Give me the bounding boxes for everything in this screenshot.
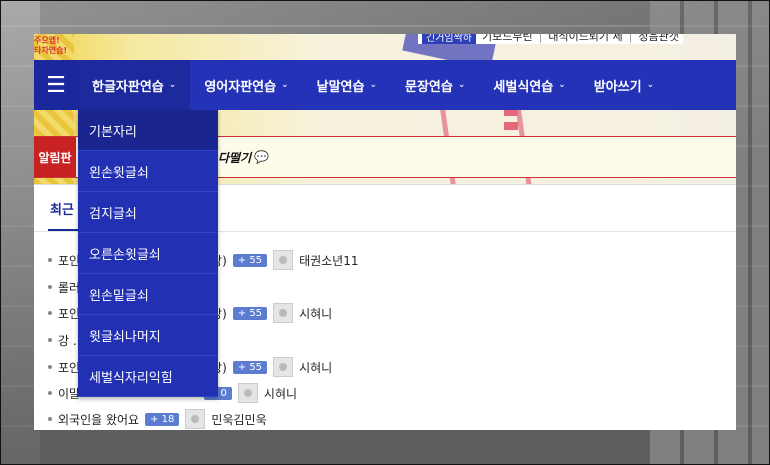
top-links: 긴거임싹하 기보드부린 | 대식이드퇴기 세 | 정음관갯 bbox=[418, 34, 683, 44]
speech-bubble-icon: 💬 bbox=[254, 150, 270, 164]
avatar bbox=[185, 409, 206, 429]
hero-corner-line-2: 타자연습! bbox=[34, 46, 68, 55]
top-link-4[interactable]: 정음관갯 bbox=[638, 34, 678, 44]
list-item[interactable]: 외국인을 왔어요 + 18 민욱김민욱 bbox=[48, 408, 267, 430]
avatar bbox=[273, 250, 294, 270]
dropdown-item-left-lower[interactable]: 왼손밑글쇠 bbox=[78, 274, 218, 315]
dropdown-item-sebeolsik[interactable]: 세벌식자리익힘 bbox=[78, 356, 218, 397]
comment-count-badge: + 55 bbox=[232, 306, 268, 320]
menu-icon[interactable]: ☰ bbox=[34, 60, 78, 110]
notice-text-label: 다떨기 bbox=[218, 150, 252, 165]
nav-item-dictation[interactable]: 받아쓰기 ⌄ bbox=[580, 60, 668, 110]
nav-item-korean-keyboard[interactable]: 한글자판연습 ⌄ bbox=[78, 60, 191, 110]
post-title: 포인 bbox=[58, 360, 81, 375]
comment-count-badge: + 55 bbox=[232, 360, 268, 374]
bullet-icon bbox=[48, 338, 52, 342]
top-link-separator: | bbox=[538, 34, 543, 43]
dropdown-item-left-upper[interactable]: 왼손윗글쇠 bbox=[78, 151, 218, 192]
nav-item-label: 세벌식연습 bbox=[493, 79, 554, 95]
nav-item-label: 한글자판연습 bbox=[92, 79, 164, 95]
avatar bbox=[273, 303, 294, 323]
comment-count-badge: + 18 bbox=[145, 412, 180, 426]
bullet-icon bbox=[48, 417, 52, 421]
post-title: 이말 bbox=[58, 386, 81, 401]
list-item[interactable]: 포인 배방) + 55 태권소년11 bbox=[48, 249, 359, 271]
post-author: 시혀니 bbox=[263, 386, 298, 401]
list-item[interactable]: 강 . bbox=[48, 329, 77, 351]
post-meta: 배방) + 55 시혀니 bbox=[200, 302, 332, 324]
comment-count-badge: + 55 bbox=[232, 253, 268, 267]
nav-item-english-keyboard[interactable]: 영어자판연습 ⌄ bbox=[190, 60, 302, 110]
panel-title[interactable]: 최근 bbox=[50, 199, 74, 218]
bullet-icon bbox=[48, 311, 52, 315]
dropdown-item-right-upper[interactable]: 오른손윗글쇠 bbox=[78, 233, 218, 274]
list-item[interactable]: 포인 배방) + 55 시혀니 bbox=[48, 356, 332, 378]
notice-text[interactable]: 다떨기 💬 bbox=[218, 137, 269, 177]
avatar bbox=[237, 383, 258, 403]
post-author: 시혀니 bbox=[299, 360, 333, 375]
post-title: 포인 bbox=[58, 306, 81, 321]
main-nav: ☰ 한글자판연습 ⌄ 영어자판연습 ⌄ 낱말연습 ⌄ 문장연습 ⌄ 세벌식연습 … bbox=[34, 60, 736, 110]
chevron-down-icon: ⌄ bbox=[369, 80, 378, 90]
chevron-down-icon: ⌄ bbox=[646, 80, 655, 90]
top-link-2[interactable]: 기보드부린 bbox=[482, 34, 533, 44]
top-link-3[interactable]: 대식이드퇴기 세 bbox=[548, 34, 622, 44]
top-link-1[interactable]: 긴거임싹하 bbox=[422, 34, 476, 44]
post-title: 롤러 bbox=[58, 280, 81, 295]
nav-item-label: 문장연습 bbox=[405, 79, 453, 95]
bullet-icon bbox=[48, 391, 52, 395]
post-author: 시혀니 bbox=[299, 306, 333, 321]
chevron-down-icon: ⌄ bbox=[168, 80, 177, 90]
post-title: 외국인을 왔어요 bbox=[58, 412, 140, 427]
nav-item-label: 영어자판연습 bbox=[204, 79, 277, 95]
chevron-down-icon: ⌄ bbox=[558, 80, 566, 90]
nav-item-word-practice[interactable]: 낱말연습 ⌄ bbox=[303, 60, 391, 110]
dropdown-item-home-row[interactable]: 기본자리 bbox=[78, 110, 218, 151]
avatar bbox=[273, 357, 294, 377]
hero-corner-line-1: 주으앱! bbox=[34, 36, 60, 45]
post-author: 태권소년11 bbox=[299, 253, 359, 268]
post-meta: 배방) + 55 시혀니 bbox=[200, 356, 332, 378]
nav-item-label: 받아쓰기 bbox=[593, 79, 642, 95]
list-item[interactable]: 포인 배방) + 55 시혀니 bbox=[48, 302, 332, 324]
bullet-icon bbox=[48, 365, 52, 369]
dropdown-item-index-finger[interactable]: 검지글쇠 bbox=[78, 192, 218, 233]
notice-tag: 알림판 bbox=[34, 137, 76, 177]
list-item[interactable]: 이말 + 0 시혀니 bbox=[48, 382, 297, 404]
bullet-icon bbox=[48, 285, 52, 289]
chevron-down-icon: ⌄ bbox=[281, 80, 289, 90]
list-item[interactable]: 롤러 bbox=[48, 276, 80, 298]
top-link-separator: | bbox=[628, 34, 633, 43]
nav-item-sebeolsik-practice[interactable]: 세벌식연습 ⌄ bbox=[479, 60, 579, 110]
post-title: 포인 bbox=[58, 253, 81, 268]
dropdown-item-upper-rest[interactable]: 윗글쇠나머지 bbox=[78, 315, 218, 356]
nav-item-sentence-practice[interactable]: 문장연습 ⌄ bbox=[391, 60, 479, 110]
post-author: 민욱김민욱 bbox=[211, 412, 267, 427]
post-meta: 배방) + 55 태권소년11 bbox=[200, 249, 359, 271]
chevron-down-icon: ⌄ bbox=[457, 80, 466, 90]
bullet-icon bbox=[48, 258, 52, 262]
post-title: 강 . bbox=[58, 333, 77, 348]
nav-item-label: 낱말연습 bbox=[316, 79, 365, 95]
hero-corner-text: 주으앱! 타자연습! bbox=[34, 36, 67, 56]
keyboard-practice-dropdown: 기본자리 왼손윗글쇠 검지글쇠 오른손윗글쇠 왼손밑글쇠 윗글쇠나머지 세벌식자… bbox=[78, 110, 218, 397]
